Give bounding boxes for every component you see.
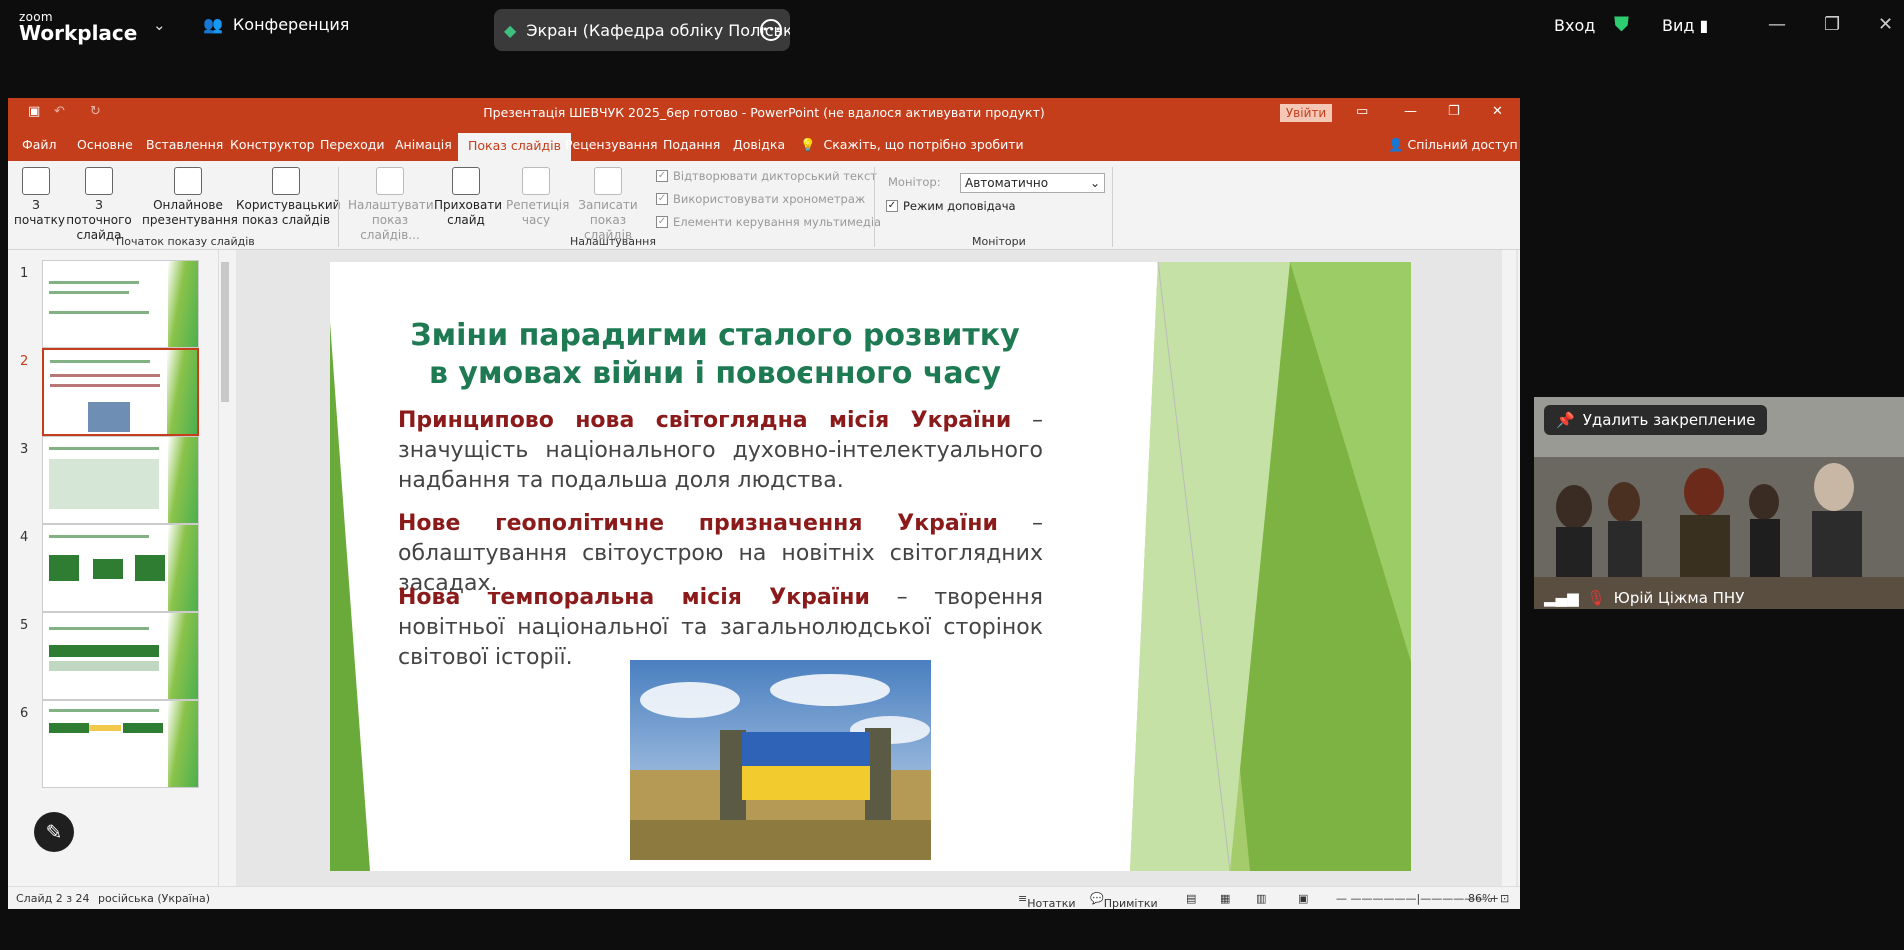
custom-show-button[interactable]: Користувацький показ слайдів [236, 167, 340, 228]
slide-thumbnail[interactable] [42, 700, 199, 788]
divider [1112, 167, 1113, 247]
normal-view-icon[interactable]: ▤ [1186, 892, 1196, 905]
unpin-button[interactable]: 📌 Удалить закрепление [1544, 405, 1768, 435]
slide-counter: Слайд 2 з 24 [16, 892, 90, 905]
paragraph-1: Принципово нова світоглядна місія Україн… [398, 408, 1044, 493]
close-icon[interactable]: ✕ [1878, 14, 1893, 35]
tab-view[interactable]: Подання [663, 137, 720, 152]
monitor-label: Монітор: [888, 175, 941, 189]
tab-transitions[interactable]: Переходи [320, 137, 385, 152]
from-current-button[interactable]: З поточного слайда [64, 167, 134, 243]
fit-slide-icon[interactable]: ⊡ [1500, 892, 1509, 905]
conference-button[interactable]: 👥 Конференция [203, 15, 349, 34]
annotate-pencil-icon[interactable]: ✎ [34, 812, 74, 852]
minimize-icon[interactable]: — [1404, 104, 1417, 119]
tab-home[interactable]: Основне [77, 137, 133, 152]
chevron-down-icon[interactable]: ⌄ [153, 16, 166, 34]
group-label: Монітори [972, 235, 1026, 248]
slide-thumbnail[interactable] [42, 524, 199, 612]
slide-thumbnail[interactable] [42, 260, 199, 348]
zoom-logo: zoom Workplace [19, 10, 138, 45]
slide-thumbnails: 1 2 3 4 5 6 [8, 250, 236, 886]
slideshow-view-icon[interactable]: ▣ [1298, 892, 1308, 905]
share-button[interactable]: 👤 Спільний доступ [1388, 137, 1518, 153]
hide-slide-button[interactable]: Приховати слайд [434, 167, 502, 228]
rehearse-button[interactable]: Репетиція часу [506, 167, 569, 228]
reading-view-icon[interactable]: ▥ [1256, 892, 1266, 905]
monitor-select[interactable]: Автоматично ⌄ [960, 173, 1105, 193]
from-start-button[interactable]: З початку [14, 167, 65, 228]
tab-file[interactable]: Файл [22, 137, 57, 152]
tab-slideshow[interactable]: Показ слайдів [458, 133, 572, 161]
tab-animation[interactable]: Анімація [395, 137, 452, 152]
sorter-view-icon[interactable]: ▦ [1220, 892, 1230, 905]
tell-me-search[interactable]: 💡 Скажіть, що потрібно зробити [800, 137, 1024, 153]
zoom-level[interactable]: 86% [1468, 892, 1492, 905]
participant-name: ▂▄▆ 🎙 Юрій Ціжма ПНУ [1544, 589, 1745, 607]
ribbon-display-icon[interactable]: ▭ [1356, 104, 1368, 119]
language-indicator[interactable]: російська (Україна) [98, 892, 210, 905]
tab-design[interactable]: Конструктор [230, 137, 315, 152]
tab-review[interactable]: Рецензування [565, 137, 658, 152]
comments-button[interactable]: 💬 Примітки [1090, 892, 1158, 910]
restore-icon[interactable]: ❐ [1448, 104, 1460, 119]
more-icon[interactable]: ••• [760, 19, 782, 41]
tab-insert[interactable]: Вставлення [146, 137, 223, 152]
slide-title: Зміни парадигми сталого розвитку в умова… [410, 318, 1020, 391]
current-slide[interactable]: Зміни парадигми сталого розвитку в умова… [330, 262, 1411, 871]
presenter-view-checkbox[interactable]: ✓ Режим доповідача [886, 199, 1016, 213]
share-icon: ◆ [504, 20, 517, 40]
slide-thumbnail[interactable] [42, 348, 199, 436]
notes-button[interactable]: ≡ Нотатки [1018, 892, 1076, 910]
restore-icon[interactable]: ❐ [1824, 14, 1840, 35]
people-icon: 👥 [203, 15, 223, 34]
title-bar: ▣ ↶ ↻ Презентація ШЕВЧУК 2025_6ер готово… [8, 98, 1520, 127]
powerpoint-window: ▣ ↶ ↻ Презентація ШЕВЧУК 2025_6ер готово… [8, 98, 1520, 910]
zoom-toolbar: zoom Workplace ⌄ 👥 Конференция ◆ Экран (Каф… [0, 0, 1904, 56]
group-label: Початок показу слайдів [116, 235, 255, 248]
signal-icon: ▂▄▆ [1544, 589, 1579, 607]
view-button[interactable]: Вид ▮ [1662, 16, 1708, 35]
thumbnail-scrollbar[interactable] [218, 250, 230, 886]
shield-icon[interactable]: ⛊ [1614, 12, 1629, 36]
slide-thumbnail[interactable] [42, 436, 199, 524]
slide-thumbnail[interactable] [42, 612, 199, 700]
timings-checkbox[interactable]: ✓ Використовувати хронометраж [656, 192, 865, 206]
status-bar: Слайд 2 з 24 російська (Україна) ≡ Нотат… [8, 886, 1520, 910]
soldiers-flag-photo [630, 660, 931, 860]
divider [338, 167, 339, 247]
online-present-button[interactable]: Онлайнове презентування [142, 167, 238, 228]
pin-icon: 📌 [1556, 411, 1575, 429]
narration-checkbox[interactable]: ✓ Відтворювати дикторський текст [656, 169, 877, 183]
media-controls-checkbox[interactable]: ✓ Елементи керування мультимедіа [656, 215, 881, 229]
screen-share-pill[interactable]: ◆ Экран (Кафедра обліку Поліськ ••• [494, 9, 790, 51]
record-button[interactable]: Записати показ слайдів [566, 167, 650, 243]
ribbon-tabs: Файл Основне Вставлення Конструктор Пере… [8, 127, 1520, 161]
minimize-icon[interactable]: — [1768, 14, 1786, 35]
editor-scrollbar[interactable] [1502, 250, 1516, 886]
ribbon: З початку З поточного слайда Онлайнове п… [8, 161, 1520, 250]
setup-show-button[interactable]: Налаштувати показ слайдів... [348, 167, 434, 243]
sign-in-button[interactable]: Увійти [1280, 104, 1332, 122]
group-label: Налаштування [570, 235, 656, 248]
tab-help[interactable]: Довідка [733, 137, 785, 152]
login-button[interactable]: Вход [1554, 16, 1595, 35]
mic-muted-icon: 🎙 [1586, 589, 1606, 607]
close-icon[interactable]: ✕ [1492, 104, 1503, 119]
divider [874, 167, 875, 247]
